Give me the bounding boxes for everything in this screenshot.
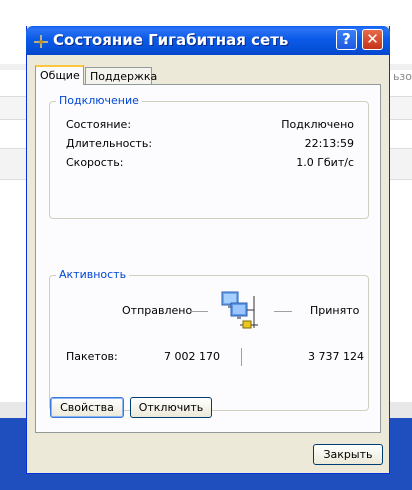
close-window-button[interactable]: ✕ <box>362 29 383 50</box>
speed-value: 1.0 Гбит/с <box>296 156 354 169</box>
tab-general[interactable]: Общие <box>35 65 84 85</box>
sent-label: Отправлено <box>122 304 193 317</box>
packets-label: Пакетов: <box>66 350 118 363</box>
activity-group-title: Активность <box>56 268 130 281</box>
tab-support[interactable]: Поддержка <box>85 67 157 85</box>
window-title: Состояние Гигабитная сеть <box>53 31 289 49</box>
packets-divider <box>241 348 242 366</box>
packets-sent-value: 7 002 170 <box>164 350 220 363</box>
connection-group: Подключение Состояние: Подключено Длител… <box>49 94 369 219</box>
network-activity-icon <box>221 291 258 329</box>
duration-value: 22:13:59 <box>304 137 354 150</box>
close-button[interactable]: Закрыть <box>313 444 383 465</box>
sent-line <box>190 311 208 312</box>
packets-received-value: 3 737 124 <box>308 350 364 363</box>
speed-label: Скорость: <box>66 156 124 169</box>
background-window-text: ьзо <box>392 70 412 83</box>
connection-group-title: Подключение <box>56 94 142 107</box>
network-status-dialog: Состояние Гигабитная сеть ? ✕ Общие Подд… <box>26 26 390 474</box>
network-connection-icon <box>34 35 48 48</box>
status-value: Подключено <box>281 118 354 131</box>
title-bar[interactable]: Состояние Гигабитная сеть ? ✕ <box>26 26 390 55</box>
tab-panel-general: Подключение Состояние: Подключено Длител… <box>35 84 381 433</box>
duration-label: Длительность: <box>66 137 153 150</box>
status-label: Состояние: <box>66 118 132 131</box>
disconnect-button[interactable]: Отключить <box>130 397 212 418</box>
properties-button[interactable]: Свойства <box>50 397 124 418</box>
received-line <box>274 311 292 312</box>
activity-group: Активность Отправлено Принято Пакетов: 7… <box>49 268 369 411</box>
help-button[interactable]: ? <box>336 29 357 50</box>
received-label: Принято <box>310 304 360 317</box>
